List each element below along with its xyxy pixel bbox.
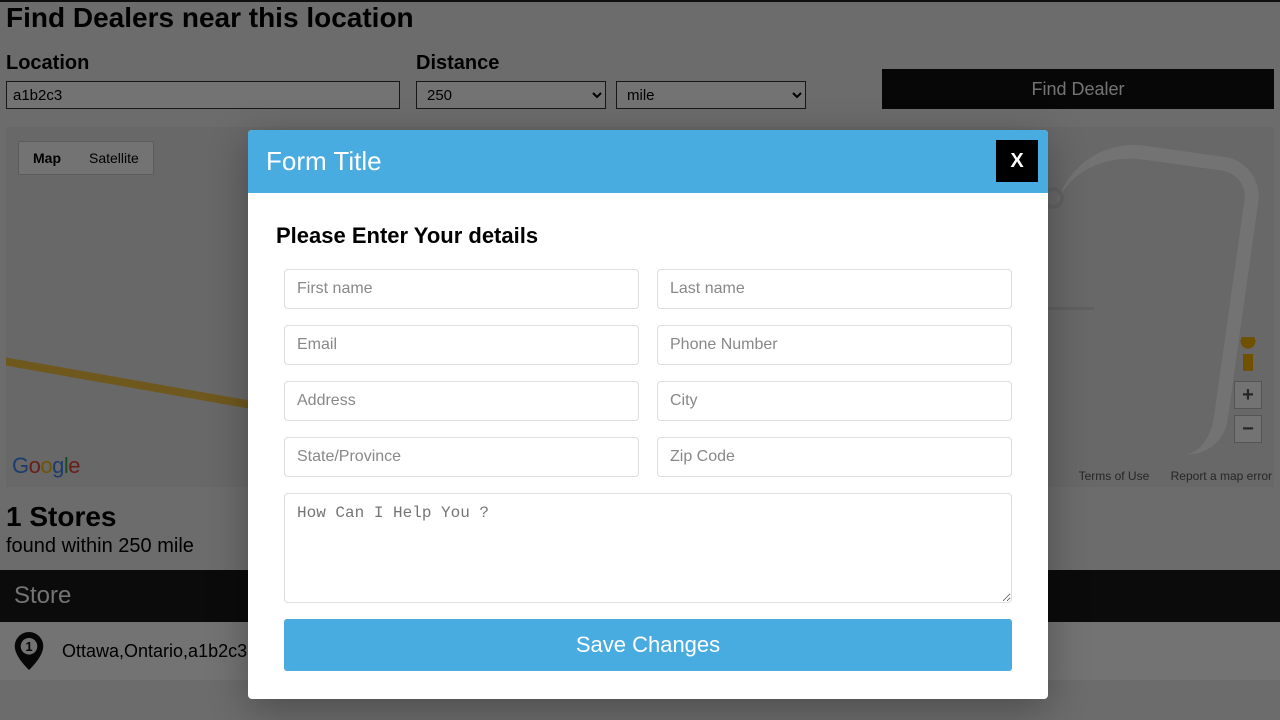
find-dealer-button[interactable]: Find Dealer [882,69,1274,109]
report-link[interactable]: Report a map error [1171,469,1272,483]
save-changes-button[interactable]: Save Changes [284,619,1012,671]
phone-input[interactable] [657,325,1012,365]
zoom-out-button[interactable]: − [1234,415,1262,443]
location-input[interactable] [6,81,400,109]
city-input[interactable] [657,381,1012,421]
filter-row: Location Distance 250 mile Find Dealer [0,52,1280,127]
zip-input[interactable] [657,437,1012,477]
terms-link[interactable]: Terms of Use [1079,469,1150,483]
map-type-toggle: Map Satellite [18,141,154,175]
store-address: Ottawa,Ontario,a1b2c3 [62,641,247,662]
last-name-input[interactable] [657,269,1012,309]
google-logo: Google [12,453,80,479]
details-form-modal: Form Title X Please Enter Your details S… [248,130,1048,699]
distance-label: Distance [416,52,806,75]
modal-subtitle: Please Enter Your details [276,223,1020,249]
modal-close-button[interactable]: X [996,140,1038,182]
message-textarea[interactable] [284,493,1012,603]
email-input[interactable] [284,325,639,365]
map-tab-map[interactable]: Map [19,142,75,174]
zoom-in-button[interactable]: + [1234,381,1262,409]
modal-title: Form Title [248,130,1048,193]
page-title: Find Dealers near this location [0,2,1280,52]
map-tab-satellite[interactable]: Satellite [75,142,153,174]
map-pin-icon: 1 [14,632,44,670]
state-input[interactable] [284,437,639,477]
map-footer: Terms of Use Report a map error [1061,469,1272,483]
distance-select[interactable]: 250 [416,81,606,109]
address-input[interactable] [284,381,639,421]
unit-select[interactable]: mile [616,81,806,109]
pegman-icon[interactable] [1235,337,1261,371]
first-name-input[interactable] [284,269,639,309]
svg-text:1: 1 [25,639,32,654]
location-label: Location [6,52,400,75]
